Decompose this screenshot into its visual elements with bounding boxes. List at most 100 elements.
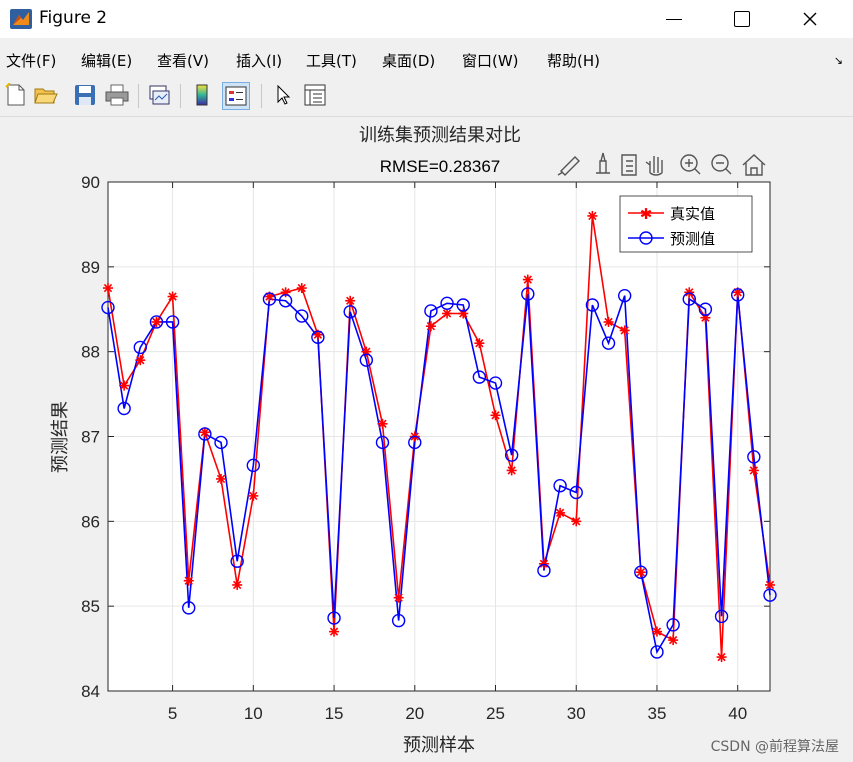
data-point-real [716, 652, 727, 663]
data-point-real [635, 567, 646, 578]
data-point-real [135, 355, 146, 366]
chart-subtitle: RMSE=0.28367 [380, 157, 501, 176]
new-figure-button[interactable] [3, 82, 29, 108]
y-tick-label: 84 [81, 682, 100, 701]
menu-edit[interactable]: 编辑(E) [81, 50, 132, 71]
link-plot-icon [149, 85, 170, 105]
x-tick-label: 40 [728, 704, 747, 723]
property-inspector-button[interactable] [302, 82, 328, 108]
pan-icon [645, 156, 663, 176]
x-tick-label: 15 [325, 704, 344, 723]
x-tick-label: 10 [244, 704, 263, 723]
menu-insert[interactable]: 插入(I) [236, 50, 282, 71]
plot-svg[interactable]: 训练集预测结果对比 RMSE=0.28367 5 10 15 20 25 30 … [0, 117, 853, 762]
data-point-real [119, 380, 130, 391]
brush-button[interactable] [557, 156, 580, 176]
toolbar-separator [261, 84, 262, 108]
axes-toolbar [557, 152, 766, 176]
data-point-real [587, 210, 598, 221]
menu-tools[interactable]: 工具(T) [306, 50, 357, 71]
restore-icon [621, 154, 637, 176]
maximize-button[interactable] [708, 0, 776, 38]
minimize-button[interactable] [640, 0, 708, 38]
save-button[interactable] [72, 82, 98, 108]
data-point-real [425, 321, 436, 332]
print-icon [105, 84, 129, 106]
legend-label-real: 真实值 [670, 205, 715, 223]
y-tick-label: 90 [81, 173, 100, 192]
y-tick-label: 89 [81, 258, 100, 277]
x-tick-label: 25 [486, 704, 505, 723]
data-point-real [345, 295, 356, 306]
menu-window[interactable]: 窗口(W) [462, 50, 519, 71]
menu-file[interactable]: 文件(F) [6, 50, 56, 71]
minimize-icon [666, 18, 682, 20]
y-tick-label: 85 [81, 597, 100, 616]
colorbar-button[interactable] [189, 82, 215, 108]
data-point-real [571, 516, 582, 527]
data-point-real [555, 507, 566, 518]
new-figure-icon [5, 83, 25, 106]
y-tick-label: 86 [81, 512, 100, 531]
zoom-out-icon [711, 154, 732, 175]
data-point-real [216, 473, 227, 484]
home-icon [742, 154, 766, 176]
data-cursor-button[interactable] [596, 152, 610, 174]
data-point-real [619, 325, 630, 336]
menu-view[interactable]: 查看(V) [157, 50, 209, 71]
x-tick-label: 20 [405, 704, 424, 723]
x-axis-label: 预测样本 [403, 735, 475, 756]
data-point-real [329, 626, 340, 637]
dock-arrow-icon[interactable]: ↘ [834, 54, 843, 67]
x-tick-label: 30 [567, 704, 586, 723]
property-inspector-icon [304, 84, 326, 106]
data-point-real [668, 635, 679, 646]
brush-icon [557, 156, 580, 176]
legend-label-pred: 预测值 [670, 230, 715, 248]
zoom-in-button[interactable] [680, 154, 701, 175]
data-cursor-icon [596, 152, 610, 174]
print-button[interactable] [104, 82, 130, 108]
pointer-icon [277, 84, 291, 105]
pointer-button[interactable] [270, 82, 296, 108]
window-title: Figure 2 [39, 8, 108, 28]
toolbar-separator [180, 84, 181, 108]
footer-credit: CSDN @前程算法屋 [710, 739, 839, 755]
close-button[interactable] [776, 0, 844, 38]
maximize-icon [734, 11, 750, 27]
data-point-real [393, 592, 404, 603]
legend-icon [225, 86, 247, 106]
home-button[interactable] [742, 154, 766, 176]
menu-bar: 文件(F) 编辑(E) 查看(V) 插入(I) 工具(T) 桌面(D) 窗口(W… [0, 42, 853, 74]
save-icon [75, 85, 95, 105]
zoom-out-button[interactable] [711, 154, 732, 175]
y-tick-label: 87 [81, 428, 100, 447]
link-plot-button[interactable] [146, 82, 172, 108]
zoom-in-icon [680, 154, 701, 175]
data-point-real [183, 575, 194, 586]
figure-canvas[interactable]: 训练集预测结果对比 RMSE=0.28367 5 10 15 20 25 30 … [0, 117, 853, 762]
data-point-real [651, 626, 662, 637]
open-file-icon [34, 88, 58, 104]
pan-button[interactable] [645, 156, 663, 176]
menu-help[interactable]: 帮助(H) [547, 50, 600, 71]
y-axis-label: 预测结果 [50, 401, 71, 473]
legend-marker-real: ✱ [640, 205, 653, 223]
data-point-real [506, 465, 517, 476]
open-file-button[interactable] [33, 82, 59, 108]
data-point-real [538, 558, 549, 569]
title-bar[interactable]: Figure 2 [0, 0, 853, 38]
legend-button[interactable] [222, 82, 250, 110]
data-point-real [248, 490, 259, 501]
data-point-real [684, 287, 695, 298]
legend[interactable]: ✱ 真实值 预测值 [619, 195, 753, 253]
menu-desktop[interactable]: 桌面(D) [382, 50, 435, 71]
chart-title: 训练集预测结果对比 [359, 125, 521, 146]
data-point-real [232, 579, 243, 590]
restore-button[interactable] [621, 154, 637, 176]
y-tick-label: 88 [81, 343, 100, 362]
matlab-icon [10, 9, 32, 29]
figure-toolbar [0, 76, 853, 117]
toolbar-separator [138, 84, 139, 108]
x-tick-label: 35 [648, 704, 667, 723]
